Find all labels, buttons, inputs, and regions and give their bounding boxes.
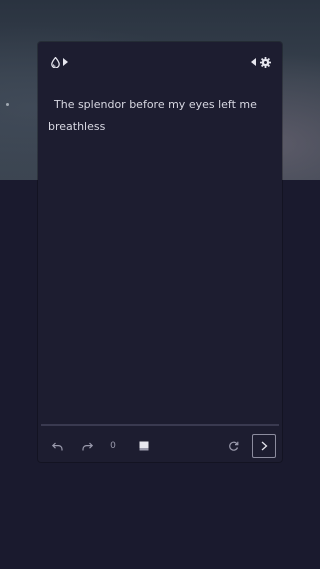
panel-topbar <box>38 42 282 80</box>
play-right-icon <box>62 58 68 66</box>
refresh-button[interactable] <box>222 434 244 458</box>
character-count: 0 <box>110 441 116 451</box>
style-menu-button[interactable] <box>46 52 72 72</box>
settings-menu-button[interactable] <box>246 52 276 72</box>
background-star <box>6 103 9 106</box>
divider <box>41 424 279 426</box>
send-chevron-icon <box>261 441 268 451</box>
redo-icon <box>81 442 93 451</box>
bottom-toolbar: 0 <box>38 430 282 462</box>
redo-button[interactable] <box>76 434 98 458</box>
image-button[interactable] <box>133 434 155 458</box>
editor-panel: The splendor before my eyes left me brea… <box>38 42 282 462</box>
play-left-icon <box>251 58 256 66</box>
gear-icon <box>260 56 271 68</box>
image-icon <box>139 441 149 451</box>
refresh-icon <box>228 441 239 452</box>
undo-icon <box>51 442 63 451</box>
undo-button[interactable] <box>46 434 68 458</box>
drop-icon <box>50 56 60 68</box>
send-button[interactable] <box>252 434 276 458</box>
text-editor[interactable]: The splendor before my eyes left me brea… <box>48 94 272 394</box>
